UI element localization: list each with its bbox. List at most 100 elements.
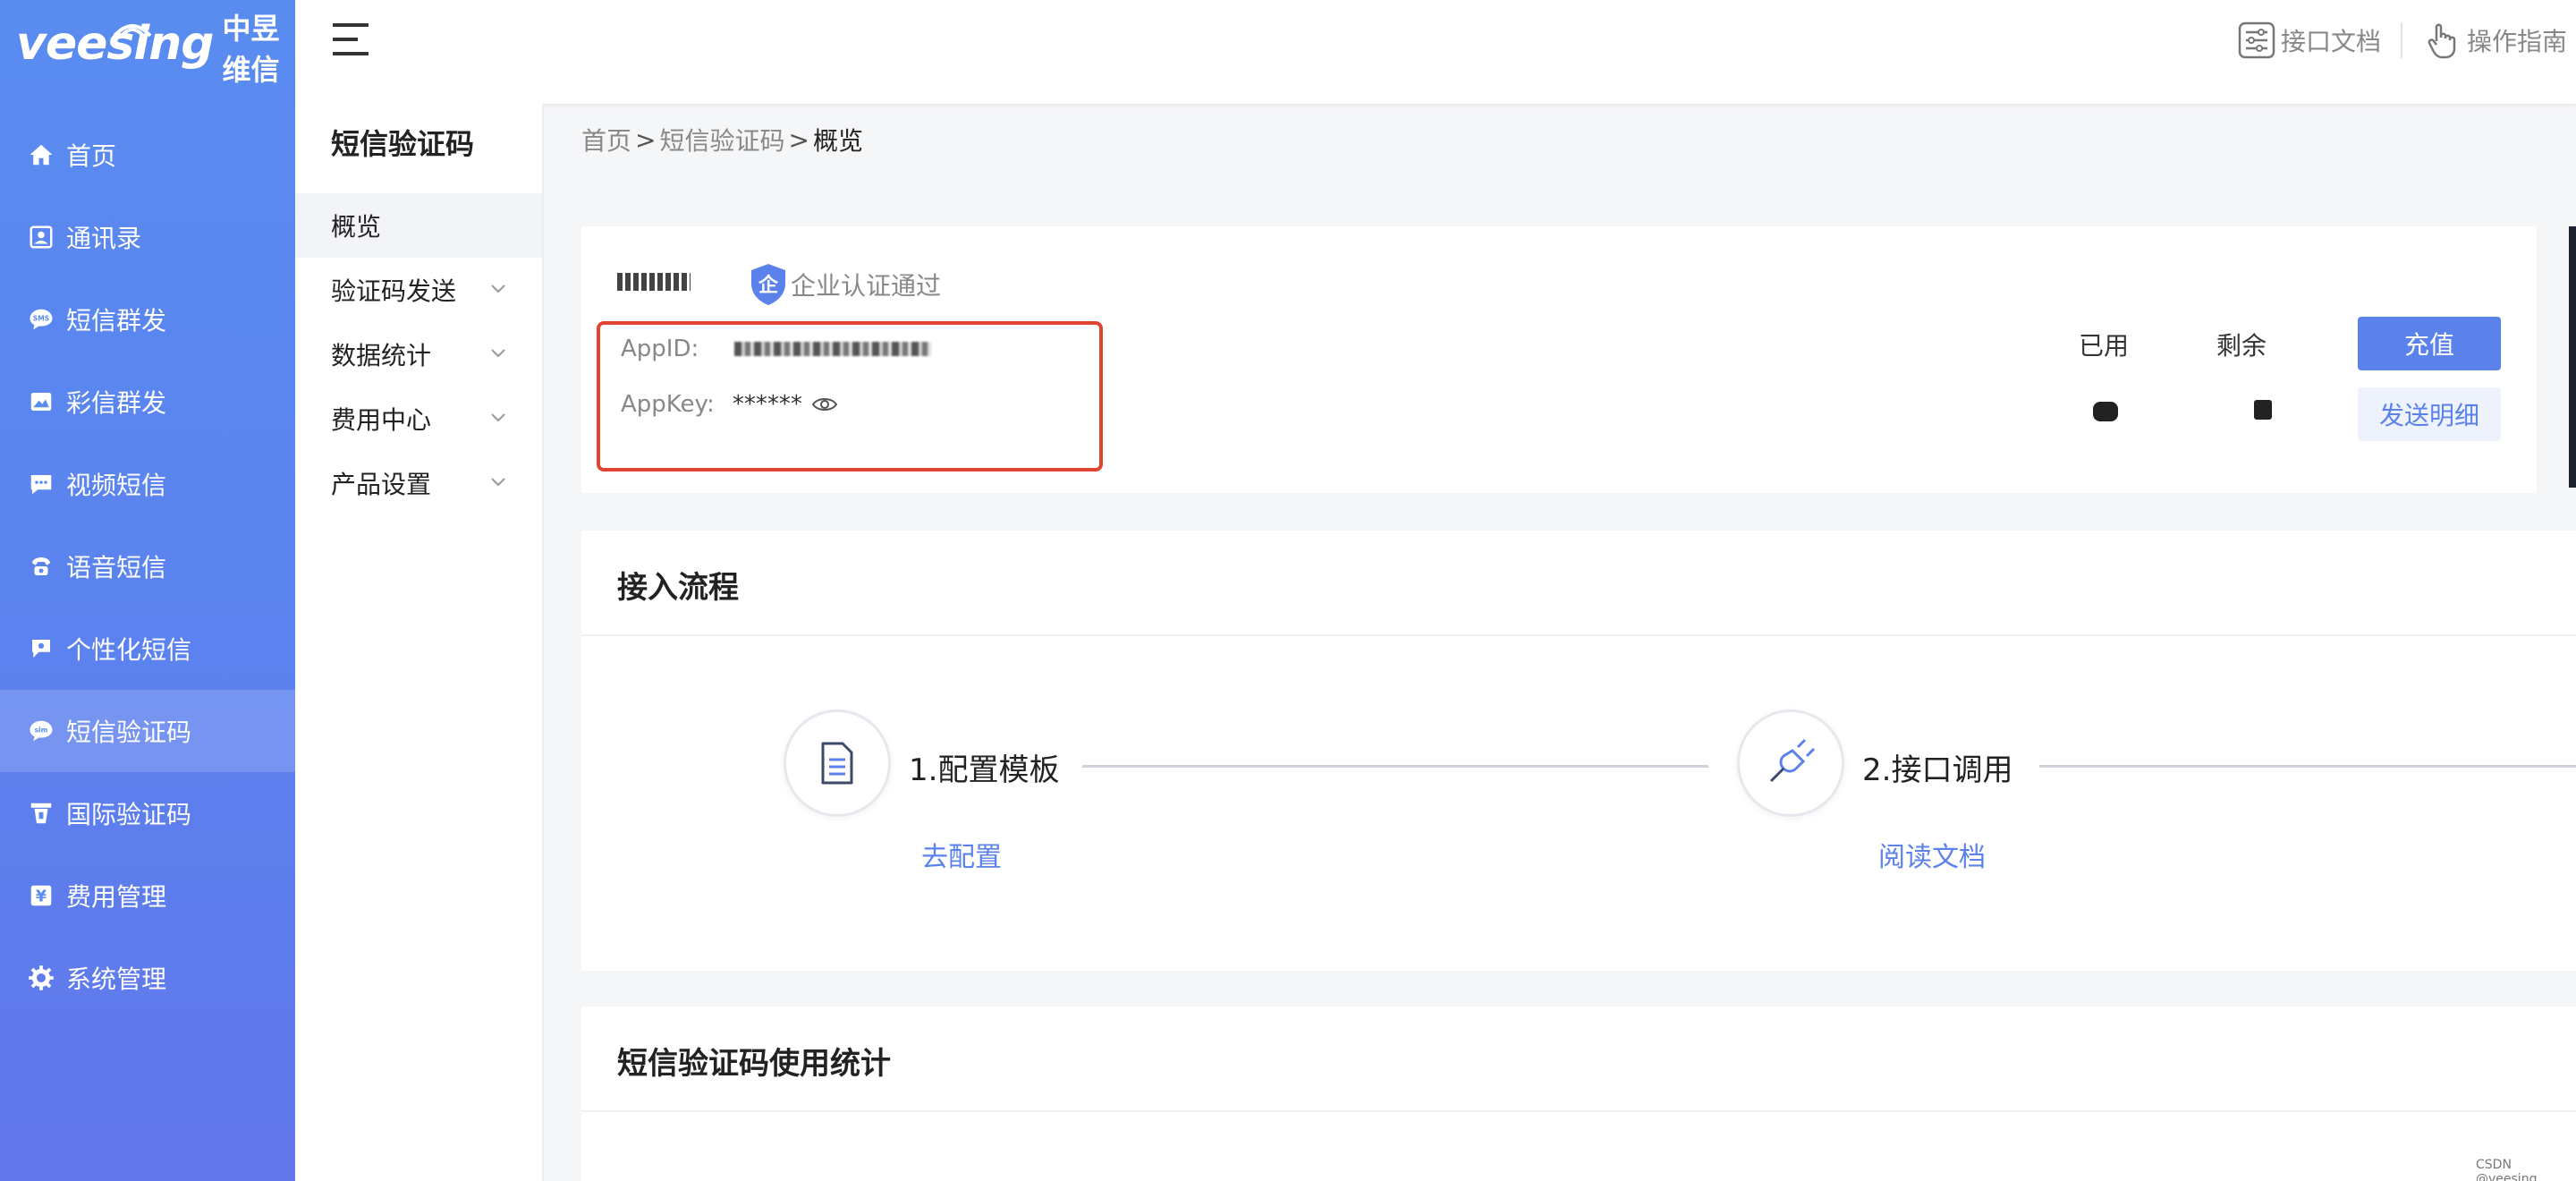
svg-text:¥: ¥ (36, 888, 47, 905)
document-icon (821, 742, 853, 785)
svg-text:sim: sim (35, 726, 48, 734)
international-icon (27, 799, 55, 828)
stats-title: 短信验证码使用统计 (617, 1046, 891, 1082)
top-header: 接口文档 操作指南 (295, 0, 2576, 104)
nav-item-home[interactable]: 首页 (0, 114, 295, 196)
nav-item-voice-sms[interactable]: 语音短信 (0, 525, 295, 607)
brand-logo[interactable]: veesing 中昱维信 (16, 12, 295, 87)
remaining-label: 剩余 (2216, 331, 2267, 361)
breadcrumb-section[interactable]: 短信验证码 (659, 122, 784, 157)
nav-item-sms-bulk[interactable]: SMS 短信群发 (0, 278, 295, 361)
appid-label: AppID: (621, 336, 699, 362)
used-value-redacted (2093, 402, 2118, 421)
enterprise-verified: 企 企业认证通过 (748, 262, 941, 307)
sidebar: veesing 中昱维信 首页 通讯录 SMS 短信群发 彩信群发 视频短信 语… (0, 0, 295, 1181)
subnav-item-product-settings[interactable]: 产品设置 (295, 451, 542, 515)
remaining-value-redacted (2254, 400, 2272, 420)
user-guide-label: 操作指南 (2466, 27, 2567, 56)
subnav-item-billing-center[interactable]: 费用中心 (295, 387, 542, 451)
contacts-icon (27, 223, 55, 251)
api-docs-link[interactable]: 接口文档 (2227, 20, 2390, 61)
plug-icon (1769, 738, 1816, 783)
send-details-button[interactable]: 发送明细 (2358, 387, 2501, 441)
subnav-label: 产品设置 (331, 470, 432, 499)
configure-link[interactable]: 去配置 (921, 835, 1002, 874)
nav-item-international-verification[interactable]: 国际验证码 (0, 772, 295, 854)
nav-label: 系统管理 (66, 964, 167, 994)
nav-label: 彩信群发 (66, 388, 167, 418)
section-divider (581, 1110, 2576, 1112)
user-guide-link[interactable]: 操作指南 (2413, 20, 2576, 61)
appkey-value: ****** (732, 391, 802, 418)
nav-item-mms-bulk[interactable]: 彩信群发 (0, 361, 295, 443)
appid-value-redacted[interactable] (734, 342, 932, 356)
menu-toggle-icon[interactable] (331, 20, 370, 59)
nav-label: 短信验证码 (66, 718, 192, 747)
used-label: 已用 (2079, 331, 2130, 361)
nav-label: 视频短信 (66, 471, 167, 500)
account-card: 企 企业认证通过 AppID: AppKey: ****** 已用 剩余 充值 … (581, 226, 2537, 493)
nav-label: 短信群发 (66, 306, 167, 336)
hand-pointer-icon (2428, 23, 2456, 59)
section-divider (581, 634, 2576, 636)
subnav-list: 概览 验证码发送 数据统计 费用中心 产品设置 (295, 193, 542, 515)
header-links: 接口文档 操作指南 (2227, 18, 2576, 63)
image-icon (27, 387, 55, 416)
eye-icon[interactable] (811, 395, 838, 414)
brand-cn: 中昱维信 (222, 12, 280, 87)
header-divider (2400, 22, 2402, 58)
edge-panel (2569, 226, 2576, 488)
account-name-redacted (617, 273, 691, 291)
recharge-button[interactable]: 充值 (2358, 317, 2501, 370)
chevron-down-icon (491, 413, 505, 422)
chevron-down-icon (491, 349, 505, 358)
sub-nav: 短信验证码 概览 验证码发送 数据统计 费用中心 产品设置 (295, 104, 544, 1181)
appkey-row: AppKey: ****** (621, 391, 838, 418)
appid-row: AppID: (621, 336, 932, 362)
step-2-circle (1737, 709, 1844, 817)
yen-icon: ¥ (27, 881, 55, 910)
api-docs-icon (2238, 21, 2275, 59)
step-1-label: 1.配置模板 (909, 752, 1060, 788)
gear-icon (27, 964, 55, 992)
nav-item-video-sms[interactable]: 视频短信 (0, 443, 295, 525)
subnav-label: 验证码发送 (331, 276, 457, 306)
home-icon (27, 140, 55, 169)
nav-item-sms-verification[interactable]: sim 短信验证码 (0, 690, 295, 772)
chevron-down-icon (491, 285, 505, 293)
breadcrumb-separator: > (788, 124, 809, 155)
subnav-label: 费用中心 (331, 405, 432, 435)
step-2-label: 2.接口调用 (1862, 752, 2013, 788)
chevron-down-icon (491, 478, 505, 487)
read-docs-link[interactable]: 阅读文档 (1878, 835, 1986, 874)
personal-icon (27, 634, 55, 663)
sim-icon: sim (27, 717, 55, 745)
svg-text:SMS: SMS (33, 314, 49, 322)
nav-item-billing[interactable]: ¥ 费用管理 (0, 854, 295, 937)
step-connector (1082, 765, 1708, 768)
usage-stats-card: 短信验证码使用统计 (581, 1007, 2576, 1181)
subnav-label: 数据统计 (331, 341, 432, 370)
nav-item-system[interactable]: 系统管理 (0, 937, 295, 1019)
nav-item-personal-sms[interactable]: 个性化短信 (0, 607, 295, 690)
subnav-item-code-send[interactable]: 验证码发送 (295, 258, 542, 322)
breadcrumb-home[interactable]: 首页 (581, 122, 631, 157)
nav-label: 费用管理 (66, 882, 167, 912)
watermark: CSDN @veesing (2476, 1158, 2538, 1181)
subnav-item-overview[interactable]: 概览 (295, 193, 542, 258)
nav-label: 语音短信 (66, 553, 167, 582)
breadcrumb: 首页 > 短信验证码 > 概览 (581, 122, 863, 157)
wifi-wave-icon (113, 24, 152, 38)
phone-icon (27, 552, 55, 581)
step-1-circle (784, 709, 891, 817)
svg-text:企: 企 (758, 274, 779, 297)
chat-dots-icon (27, 470, 55, 498)
breadcrumb-separator: > (635, 124, 657, 155)
subnav-item-data-stats[interactable]: 数据统计 (295, 322, 542, 387)
sms-icon: SMS (27, 305, 55, 334)
verify-label: 企业认证通过 (791, 271, 942, 301)
integration-flow-card: 接入流程 1.配置模板 去配置 2.接口调用 阅读文档 (581, 531, 2576, 971)
nav-item-contacts[interactable]: 通讯录 (0, 196, 295, 278)
flow-title: 接入流程 (617, 570, 739, 606)
verified-shield-icon: 企 (751, 264, 785, 305)
